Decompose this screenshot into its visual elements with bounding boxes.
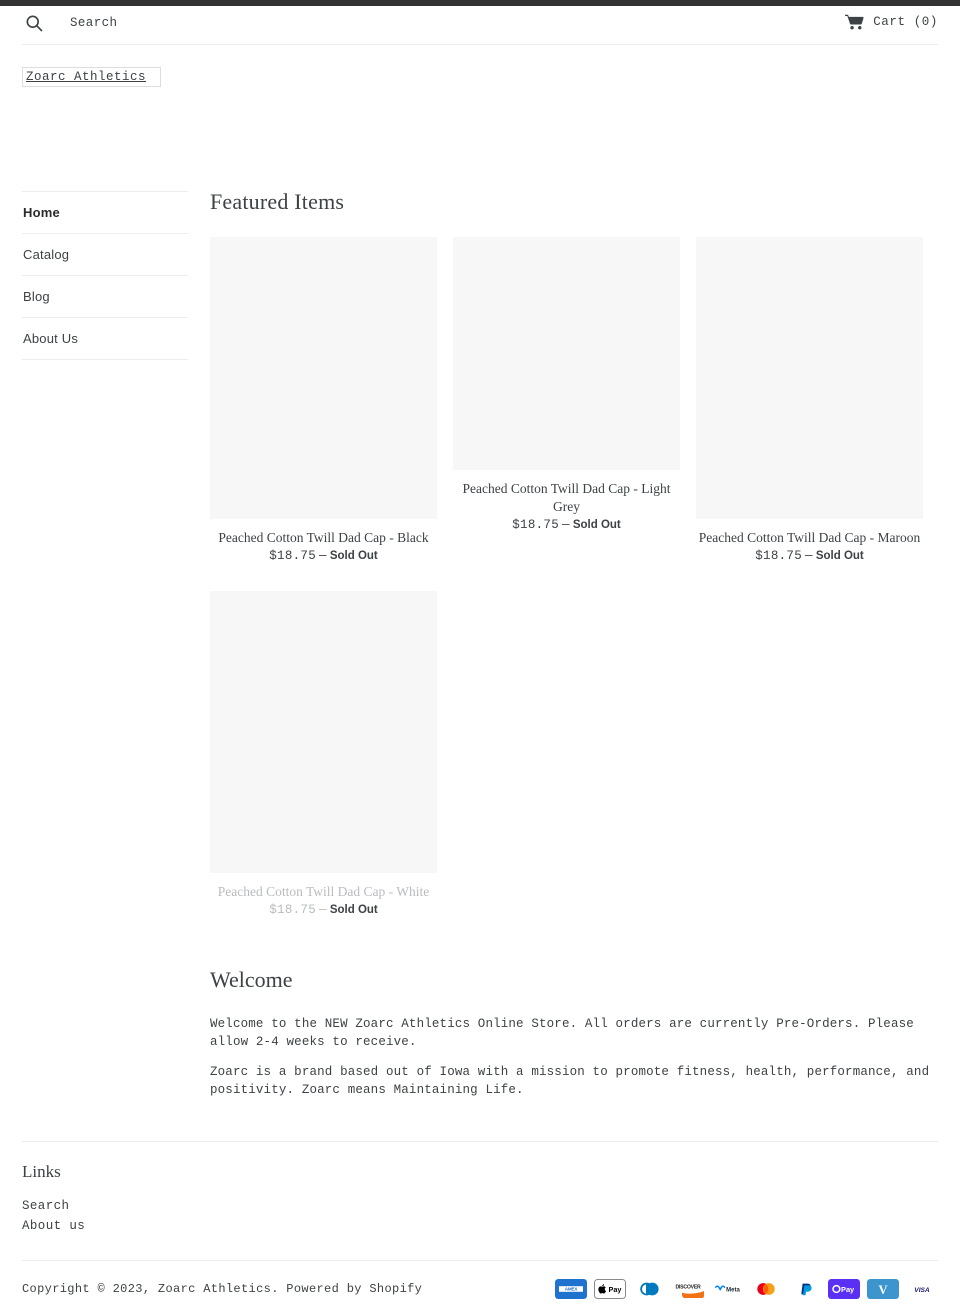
- product-price: $18.75: [512, 518, 560, 532]
- cart-link[interactable]: Cart (0): [845, 14, 938, 30]
- price-separator: —: [562, 518, 570, 532]
- product-status-badge: Sold Out: [329, 904, 378, 916]
- product-price: $18.75: [755, 549, 803, 563]
- platform-link[interactable]: Shopify: [369, 1282, 422, 1296]
- site-logo-block: Zoarc Athletics: [22, 67, 960, 185]
- product-price-row: $18.75— Sold Out: [453, 518, 680, 532]
- product-title: Peached Cotton Twill Dad Cap - Light Gre…: [462, 481, 671, 514]
- product-image: [210, 237, 437, 519]
- sidebar-item-about-us[interactable]: About Us: [22, 317, 188, 360]
- welcome-title: Welcome: [210, 967, 293, 992]
- meta-pay-icon: Meta: [711, 1279, 743, 1299]
- price-separator: —: [805, 549, 813, 563]
- footer-link-search[interactable]: Search: [22, 1199, 69, 1213]
- product-image: [696, 237, 923, 519]
- product-price: $18.75: [269, 549, 317, 563]
- discover-icon: DISCOVER: [672, 1279, 704, 1299]
- footer-links-title: Links: [22, 1162, 61, 1181]
- product-price: $18.75: [269, 903, 317, 917]
- diners-club-icon: [633, 1279, 665, 1299]
- product-price-row: $18.75— Sold Out: [210, 549, 437, 563]
- svg-text:VISA: VISA: [914, 1287, 930, 1294]
- sidebar-item-home[interactable]: Home: [22, 191, 188, 233]
- payment-methods-list: AMEX Pay DISCOVER Meta Pay V VISA: [555, 1279, 938, 1299]
- amex-icon: AMEX: [555, 1279, 587, 1299]
- visa-icon: VISA: [906, 1279, 938, 1299]
- price-separator: —: [319, 903, 327, 917]
- site-logo[interactable]: Zoarc Athletics: [22, 67, 162, 87]
- product-status-badge: Sold Out: [572, 519, 621, 531]
- product-image: [453, 237, 680, 470]
- footer-link-about-us[interactable]: About us: [22, 1219, 85, 1233]
- product-card[interactable]: Peached Cotton Twill Dad Cap - Maroon $1…: [696, 237, 923, 563]
- product-card[interactable]: Peached Cotton Twill Dad Cap - Light Gre…: [453, 237, 680, 563]
- sidebar-link-about-us[interactable]: About Us: [22, 318, 188, 359]
- sidebar-item-blog[interactable]: Blog: [22, 275, 188, 317]
- product-card[interactable]: Peached Cotton Twill Dad Cap - Black $18…: [210, 237, 437, 563]
- paypal-icon: [789, 1279, 821, 1299]
- search-form[interactable]: [24, 13, 370, 33]
- shop-pay-icon: Pay: [828, 1279, 860, 1299]
- copyright-prefix: Copyright © 2023,: [22, 1282, 158, 1296]
- svg-text:AMEX: AMEX: [565, 1287, 579, 1292]
- price-separator: —: [319, 549, 327, 563]
- sidebar-link-home[interactable]: Home: [22, 192, 188, 233]
- list-item[interactable]: Search: [22, 1196, 938, 1215]
- svg-text:Pay: Pay: [609, 1285, 623, 1294]
- sidebar-link-catalog[interactable]: Catalog: [22, 234, 188, 275]
- footer-link-list: Search About us: [22, 1196, 938, 1235]
- product-image: [210, 591, 437, 873]
- page-layout: Home Catalog Blog About Us Featured Item…: [22, 185, 938, 1111]
- product-status-badge: Sold Out: [815, 550, 864, 562]
- footer-bottom-bar: Copyright © 2023, Zoarc Athletics. Power…: [22, 1260, 938, 1299]
- mastercard-icon: [750, 1279, 782, 1299]
- venmo-icon: V: [867, 1279, 899, 1299]
- welcome-section: Welcome Welcome to the NEW Zoarc Athleti…: [210, 967, 938, 1099]
- sidebar-item-catalog[interactable]: Catalog: [22, 233, 188, 275]
- svg-text:Pay: Pay: [841, 1285, 855, 1294]
- product-price-row: $18.75— Sold Out: [210, 903, 437, 917]
- cart-label: Cart (0): [873, 15, 938, 29]
- copyright-middle: . Powered by: [271, 1282, 370, 1296]
- site-footer: Links Search About us Copyright © 2023, …: [22, 1141, 938, 1299]
- product-card[interactable]: Peached Cotton Twill Dad Cap - White $18…: [210, 591, 437, 917]
- main-content: Featured Items Peached Cotton Twill Dad …: [188, 185, 938, 1111]
- search-input[interactable]: [70, 16, 370, 30]
- search-icon[interactable]: [24, 13, 44, 33]
- cart-icon: [845, 14, 864, 30]
- product-title: Peached Cotton Twill Dad Cap - White: [217, 884, 430, 899]
- product-title: Peached Cotton Twill Dad Cap - Black: [218, 530, 429, 545]
- list-item[interactable]: About us: [22, 1216, 938, 1235]
- welcome-paragraph-1: Welcome to the NEW Zoarc Athletics Onlin…: [210, 1017, 914, 1049]
- product-title: Peached Cotton Twill Dad Cap - Maroon: [698, 530, 921, 545]
- apple-pay-icon: Pay: [594, 1279, 626, 1299]
- product-price-row: $18.75— Sold Out: [696, 549, 923, 563]
- sidebar-link-blog[interactable]: Blog: [22, 276, 188, 317]
- shop-name-link[interactable]: Zoarc Athletics: [158, 1282, 271, 1296]
- svg-text:V: V: [878, 1283, 887, 1297]
- product-status-badge: Sold Out: [329, 550, 378, 562]
- product-grid: Peached Cotton Twill Dad Cap - Black $18…: [202, 237, 946, 945]
- sidebar-nav: Home Catalog Blog About Us: [22, 185, 188, 1111]
- site-header: Cart (0): [22, 6, 938, 45]
- nav-list: Home Catalog Blog About Us: [22, 191, 188, 360]
- page-title: Featured Items: [210, 189, 345, 214]
- welcome-paragraph-2: Zoarc is a brand based out of Iowa with …: [210, 1065, 930, 1097]
- svg-text:Meta: Meta: [726, 1288, 740, 1294]
- svg-text:DISCOVER: DISCOVER: [675, 1285, 701, 1291]
- copyright-text: Copyright © 2023, Zoarc Athletics. Power…: [22, 1282, 422, 1296]
